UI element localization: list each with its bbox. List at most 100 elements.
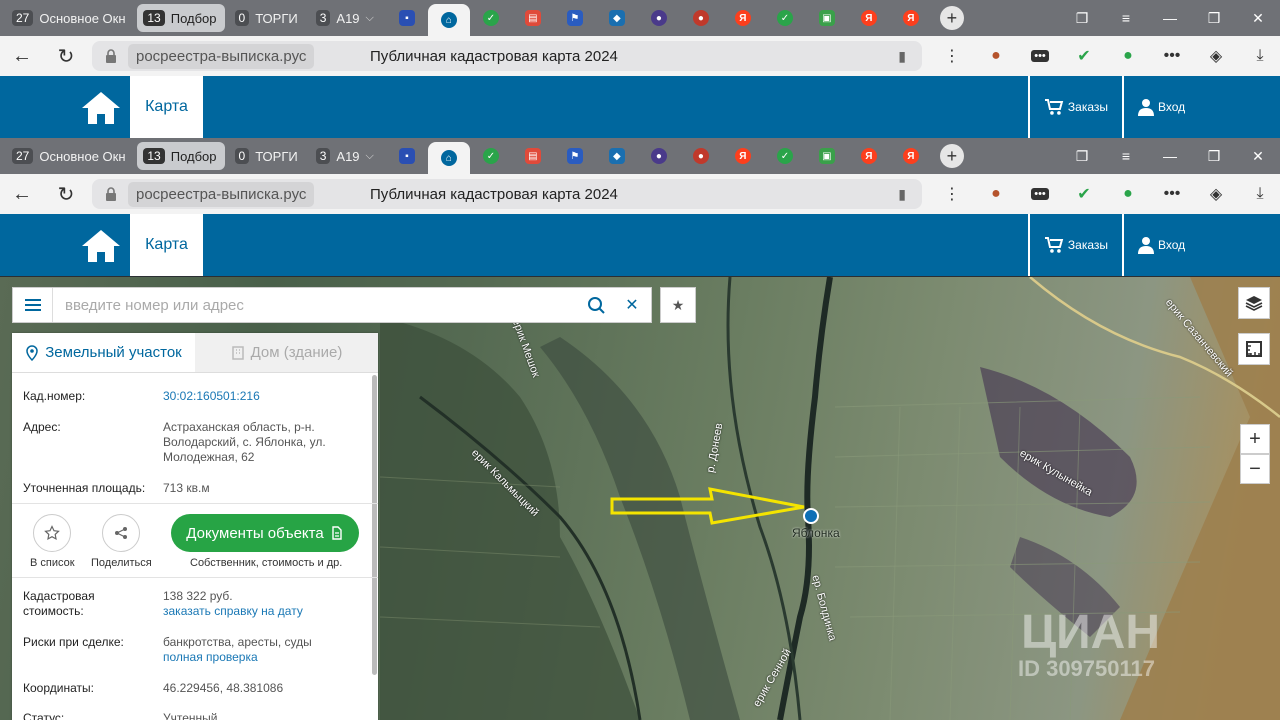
login-button[interactable]: Вход [1122, 214, 1280, 276]
measure-button[interactable] [1238, 333, 1270, 365]
tab[interactable]: Я [848, 4, 890, 32]
tab-land-plot[interactable]: Земельный участок [12, 333, 195, 372]
tab[interactable]: ✓ [764, 4, 806, 32]
layers-button[interactable] [1238, 287, 1270, 319]
chevron-down-icon[interactable]: ⌵ [366, 150, 374, 163]
tab[interactable]: ▪ [386, 4, 428, 32]
more-horizontal-icon[interactable]: ••• [1150, 47, 1194, 65]
tab[interactable]: ▣ [806, 4, 848, 32]
menu-icon[interactable]: ≡ [1104, 10, 1148, 26]
search-input[interactable] [53, 296, 579, 314]
kad-value[interactable]: 30:02:160501:216 [163, 389, 353, 404]
orders-button[interactable]: Заказы [1028, 76, 1122, 138]
reload-icon[interactable]: ↻ [44, 44, 88, 69]
back-arrow-icon[interactable]: ← [0, 183, 44, 206]
download-icon[interactable]: ⤓ [1238, 185, 1280, 203]
add-to-list-button[interactable] [33, 514, 71, 552]
minimize-icon[interactable]: — [1148, 148, 1192, 164]
map-view[interactable]: Яблонка ерик Мешок р. Донеев ерик Кальмы… [0, 277, 1280, 720]
restore-icon[interactable]: ❒ [1192, 148, 1236, 165]
password-icon[interactable]: ••• [1018, 50, 1062, 62]
reload-icon[interactable]: ↻ [44, 182, 88, 207]
cost-link[interactable]: заказать справку на дату [163, 604, 353, 619]
tab[interactable]: ◆ [596, 4, 638, 32]
tab[interactable]: Я [848, 142, 890, 170]
password-icon[interactable]: ••• [1018, 188, 1062, 200]
tab[interactable]: ✓ [470, 4, 512, 32]
tab[interactable]: ▤ [512, 142, 554, 170]
chevron-down-icon[interactable]: ⌵ [366, 12, 374, 25]
bookmark-icon[interactable]: ▮ [898, 48, 906, 65]
tab[interactable]: ● [638, 4, 680, 32]
tab[interactable]: ▤ [512, 4, 554, 32]
restore-icon[interactable]: ❒ [1192, 10, 1236, 27]
puzzle-icon[interactable]: ◈ [1194, 46, 1238, 66]
menu-icon[interactable] [13, 288, 53, 322]
tab[interactable]: ⚑ [554, 142, 596, 170]
tab-group-main[interactable]: 27 Основное Окно [6, 4, 133, 32]
tab-group-selection[interactable]: 13 Подбор [137, 4, 225, 32]
location-marker[interactable] [803, 508, 819, 524]
clear-icon[interactable]: ✕ [613, 295, 651, 315]
tab[interactable]: Я [722, 142, 764, 170]
documents-button[interactable]: Документы объекта [171, 514, 359, 552]
menu-icon[interactable]: ≡ [1104, 148, 1148, 164]
nav-map[interactable]: Карта [130, 214, 203, 276]
tab[interactable]: Я [890, 142, 932, 170]
shield-check-icon[interactable]: ✔ [1062, 46, 1106, 66]
download-icon[interactable]: ⤓ [1238, 47, 1280, 65]
favorite-star-icon[interactable]: ★ [660, 287, 696, 323]
tab-group-selection[interactable]: 13 Подбор [137, 142, 225, 170]
zoom-out-button[interactable]: − [1240, 454, 1270, 484]
extension-icon[interactable]: ● [974, 47, 1018, 65]
home-icon[interactable] [76, 88, 126, 128]
tab[interactable]: ⚑ [554, 4, 596, 32]
tab[interactable]: ✓ [470, 142, 512, 170]
tab[interactable]: ● [680, 142, 722, 170]
back-arrow-icon[interactable]: ← [0, 45, 44, 68]
tab[interactable]: ✓ [764, 142, 806, 170]
tab[interactable]: Я [890, 4, 932, 32]
tab-group-main[interactable]: 27 Основное Окно [6, 142, 133, 170]
nav-map[interactable]: Карта [130, 76, 203, 138]
evernote-icon[interactable]: ● [1106, 47, 1150, 65]
tab-group-auctions[interactable]: 0 ТОРГИ [229, 142, 306, 170]
url-field[interactable]: росреестра-выписка.рус Публичная кадастр… [92, 179, 922, 209]
tab-group-auctions[interactable]: 0 ТОРГИ [229, 4, 306, 32]
tab[interactable]: Я [722, 4, 764, 32]
tabs-copy-icon[interactable]: ❐ [1060, 148, 1104, 165]
tabs-copy-icon[interactable]: ❐ [1060, 10, 1104, 27]
puzzle-icon[interactable]: ◈ [1194, 184, 1238, 204]
close-icon[interactable]: ✕ [1236, 10, 1280, 27]
tab[interactable]: ● [680, 4, 722, 32]
shield-check-icon[interactable]: ✔ [1062, 184, 1106, 204]
extension-icon[interactable]: ● [974, 185, 1018, 203]
risk-link[interactable]: полная проверка [163, 650, 353, 665]
tab-group-a19[interactable]: 3 А19 ⌵ [310, 4, 382, 32]
share-button[interactable] [102, 514, 140, 552]
tab-active[interactable]: ⌂ [427, 4, 470, 36]
tab-group-a19[interactable]: 3 А19 ⌵ [310, 142, 382, 170]
new-tab-plus-icon[interactable]: + [939, 6, 964, 30]
login-button[interactable]: Вход [1122, 76, 1280, 138]
close-icon[interactable]: ✕ [1236, 148, 1280, 165]
tab[interactable]: ◆ [596, 142, 638, 170]
url-field[interactable]: росреестра-выписка.рус Публичная кадастр… [92, 41, 922, 71]
tab-active[interactable]: ⌂ [427, 142, 470, 174]
tab[interactable]: ● [638, 142, 680, 170]
bookmark-icon[interactable]: ▮ [898, 186, 906, 203]
orders-button[interactable]: Заказы [1028, 214, 1122, 276]
tab[interactable]: ▣ [806, 142, 848, 170]
more-vertical-icon[interactable]: ⋮ [930, 184, 974, 204]
new-tab-plus-icon[interactable]: + [939, 144, 964, 168]
evernote-icon[interactable]: ● [1106, 185, 1150, 203]
home-icon[interactable] [76, 226, 126, 266]
minimize-icon[interactable]: — [1148, 10, 1192, 26]
search-icon[interactable] [579, 296, 613, 314]
tab[interactable]: ▪ [386, 142, 428, 170]
more-horizontal-icon[interactable]: ••• [1150, 185, 1194, 203]
tab-building[interactable]: Дом (здание) [195, 333, 378, 372]
panel-scrollbar[interactable] [372, 375, 377, 675]
more-vertical-icon[interactable]: ⋮ [930, 46, 974, 66]
zoom-in-button[interactable]: + [1240, 424, 1270, 454]
